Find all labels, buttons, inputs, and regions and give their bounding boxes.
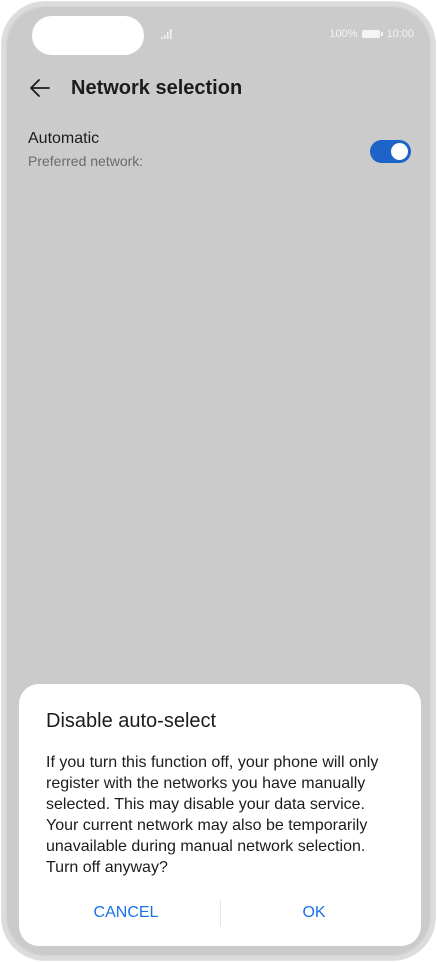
signal-icon bbox=[161, 29, 172, 39]
back-arrow-icon[interactable] bbox=[27, 75, 53, 101]
cancel-button[interactable]: CANCEL bbox=[46, 898, 206, 928]
screen: 100% 10:00 Network selection Automatic P… bbox=[7, 7, 430, 955]
page-title: Network selection bbox=[71, 77, 243, 99]
status-bar-right: 100% 10:00 bbox=[329, 28, 414, 40]
automatic-toggle[interactable] bbox=[370, 140, 411, 163]
actions-divider bbox=[220, 900, 221, 926]
toggle-knob bbox=[391, 143, 408, 160]
battery-icon bbox=[362, 30, 384, 38]
automatic-setting-row[interactable]: Automatic Preferred network: bbox=[7, 123, 430, 179]
battery-percent: 100% bbox=[329, 28, 358, 40]
setting-title: Automatic bbox=[28, 130, 100, 147]
status-time: 10:00 bbox=[386, 28, 414, 40]
disable-auto-select-dialog: Disable auto-select If you turn this fun… bbox=[19, 684, 421, 946]
dialog-title: Disable auto-select bbox=[46, 710, 217, 732]
dialog-message: If you turn this function off, your phon… bbox=[46, 754, 379, 876]
setting-subtitle: Preferred network: bbox=[28, 153, 144, 169]
header: Network selection bbox=[7, 69, 430, 109]
ok-button[interactable]: OK bbox=[234, 898, 394, 928]
dialog-actions: CANCEL OK bbox=[19, 898, 421, 928]
camera-cutout bbox=[32, 16, 144, 55]
phone-frame: 100% 10:00 Network selection Automatic P… bbox=[1, 1, 436, 961]
